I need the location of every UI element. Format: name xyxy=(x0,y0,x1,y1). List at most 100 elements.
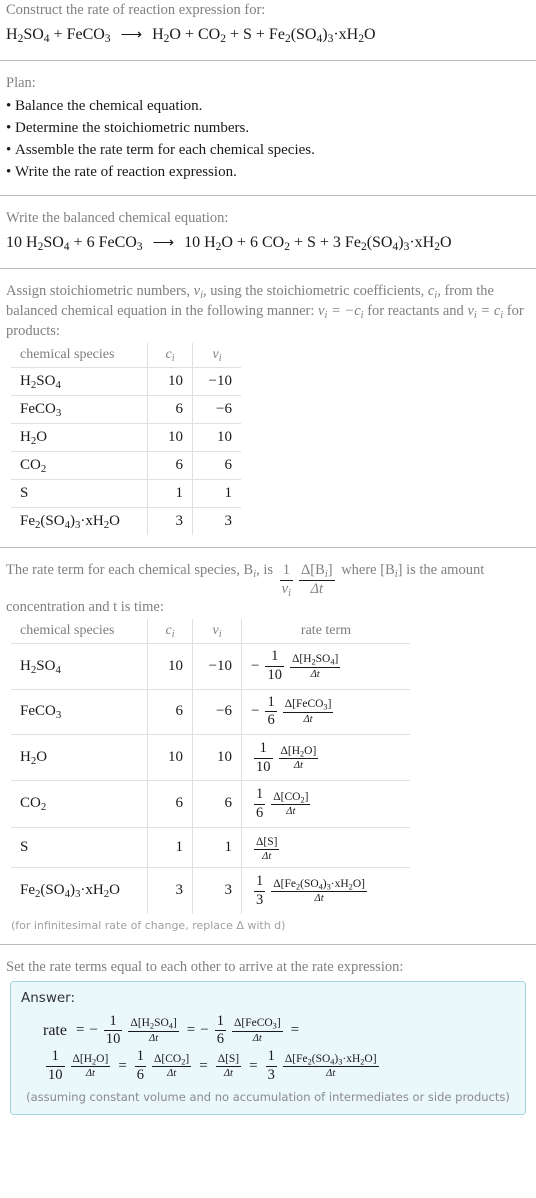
cell-species: Fe2(SO4)3·xH2O xyxy=(11,507,148,535)
fraction-denominator: Δt xyxy=(149,1032,159,1044)
divider xyxy=(0,943,536,945)
fraction-numerator: 1 xyxy=(256,786,264,803)
cell-species: H2SO4 xyxy=(11,367,148,396)
fraction-numerator: Δ[S] xyxy=(217,1052,240,1065)
fraction-numerator: Δ[CO2] xyxy=(154,1052,190,1067)
cell-species: H2SO4 xyxy=(11,643,148,690)
cell-ci: 6 xyxy=(147,451,193,480)
rate-term: 1 6 Δ[CO2] Δt xyxy=(251,787,313,821)
fraction-numerator: Δ[H2O] xyxy=(280,744,317,759)
fraction-denominator: Δt xyxy=(223,1068,233,1080)
fraction-bar xyxy=(282,1066,379,1068)
stoichiometry-table: chemical species ci νi H2SO4 10 −10 FeCO3 6−… xyxy=(11,343,241,535)
fraction-denominator: Δt xyxy=(293,760,303,772)
table-row: CO2 6 6 xyxy=(11,451,241,480)
cell-vi: −6 xyxy=(192,395,241,424)
rate-term-sign: − xyxy=(251,657,260,674)
table-row: FeCO3 6 −6−1 6 Δ[FeCO3] Δt xyxy=(11,688,410,735)
fraction-denominator: Δt xyxy=(262,850,272,862)
stoich-prompt-part: Assign stoichiometric numbers, xyxy=(6,283,194,299)
fraction-numerator: 1 xyxy=(256,873,264,890)
col-ci: ci xyxy=(147,619,193,645)
fraction-denominator: 10 xyxy=(105,1031,121,1048)
fraction-bar xyxy=(289,666,341,668)
generic-coef-num: 1 xyxy=(282,562,290,578)
col-vi: νi xyxy=(192,343,241,368)
fraction-denominator: Δt xyxy=(167,1068,177,1080)
cell-vi: 3 xyxy=(192,867,242,914)
fraction-denominator: 3 xyxy=(267,1066,275,1083)
rate-term: 1 6 Δ[CO2] Δt xyxy=(132,1047,194,1083)
divider xyxy=(0,547,536,548)
fraction-numerator: Δ[Fe2(SO4)3·xH2O] xyxy=(284,1052,377,1067)
cell-species: FeCO3 xyxy=(11,395,148,424)
table-row: S11 xyxy=(11,479,241,508)
col-ci: ci xyxy=(147,343,193,368)
rate-term: −1 10 Δ[H2SO4] Δt xyxy=(251,649,343,683)
fraction-denominator: Δt xyxy=(252,1032,262,1044)
fraction-numerator: Δ[S] xyxy=(256,835,278,848)
equals-sign: = xyxy=(199,1057,208,1074)
cell-vi: 10 xyxy=(192,733,242,782)
plan-label: Plan: xyxy=(6,75,36,91)
plan-item: Write the rate of reaction expression. xyxy=(6,161,530,183)
stoich-prompt-part: , using the stoichiometric coefficients, xyxy=(203,283,428,299)
balanced-equation: 10 H2SO4 + 6 FeCO3 ⟶ 10 H2O + 6 CO2 + S … xyxy=(6,230,530,256)
col-chemical-species: chemical species xyxy=(11,343,148,368)
table-row: FeCO3 6 −6 xyxy=(11,395,241,424)
answer-expression: rate = −1 10 Δ[H2SO4] Δt = −1 6 Δ[FeCO3] Δt = 1 10 Δ[… xyxy=(21,1012,515,1084)
reaction-arrow: ⟶ xyxy=(152,235,175,251)
table-row: H2SO4 10 −10 xyxy=(11,367,241,396)
rate-term: 1 10 Δ[H2O] Δt xyxy=(251,739,321,775)
fraction-denominator: Δt xyxy=(286,806,296,818)
reaction-arrow: ⟶ xyxy=(120,27,143,43)
stoich-prompt-part: for reactants and xyxy=(363,303,468,319)
fraction-numerator: 1 xyxy=(109,1012,117,1029)
generic-coef-den: νi xyxy=(281,580,291,599)
cell-rate-term: 1 3 Δ[Fe2(SO4)3·xH2O] Δt xyxy=(241,867,410,914)
equals-sign: = xyxy=(249,1057,258,1074)
fraction-numerator: 1 xyxy=(259,739,267,756)
fraction-numerator: 1 xyxy=(216,1012,224,1029)
cell-species: S xyxy=(11,826,148,869)
step-stoichiometric-numbers: Assign stoichiometric numbers, νi , using… xyxy=(0,281,536,535)
rate-term: −1 6 Δ[FeCO3] Δt xyxy=(200,1012,285,1048)
cell-ci: 6 xyxy=(147,688,193,735)
cell-vi: 1 xyxy=(192,826,242,869)
fraction-numerator: Δ[Fe2(SO4)3·xH2O] xyxy=(273,878,365,892)
rate-term-sign: − xyxy=(89,1022,98,1039)
rate-term: Δ[S] Δt xyxy=(213,1053,244,1080)
c-symbol: ci xyxy=(427,283,438,301)
table-row: Fe2(SO4)3·xH2O 3 3 xyxy=(11,507,241,535)
cell-rate-term: Δ[S] Δt xyxy=(241,826,410,869)
cell-rate-term: −1 6 Δ[FeCO3] Δt xyxy=(241,688,410,735)
equals-sign: = xyxy=(75,1022,85,1039)
rate-term-sign: − xyxy=(251,703,260,720)
question-prompt: Construct the rate of reaction expressio… xyxy=(6,2,266,18)
table-header-row: chemical species ci νi xyxy=(11,343,241,368)
plan-item: Determine the stoichiometric numbers. xyxy=(6,117,530,139)
fraction-numerator: 1 xyxy=(136,1047,145,1064)
balanced-products: 10 H2O + 6 CO2 + S + 3 Fe2(SO4)3·xH2O xyxy=(184,234,452,254)
cell-ci: 10 xyxy=(147,367,193,396)
stoichiometry-table-body: H2SO4 10 −10 FeCO3 6 −6 H2O 10 10 CO2 6 6 S 1 1 Fe2(SO4… xyxy=(11,367,241,535)
table-row: H2SO4 10 −10−1 10 Δ[H2SO4] Δt xyxy=(11,643,410,690)
cell-species: CO2 xyxy=(11,780,148,828)
fraction-denominator: Δt xyxy=(326,1068,336,1080)
cell-ci: 6 xyxy=(147,395,193,424)
table-header-row: chemical species ci νi rate term xyxy=(11,619,410,645)
divider xyxy=(0,195,536,196)
fraction-bar xyxy=(231,1030,283,1032)
fraction-numerator: Δ[H2SO4] xyxy=(291,653,339,667)
fraction-denominator: 3 xyxy=(256,891,264,908)
cell-species: Fe2(SO4)3·xH2O xyxy=(11,867,148,914)
rate-term: −1 6 Δ[FeCO3] Δt xyxy=(251,694,336,729)
fraction-bar xyxy=(215,1066,242,1068)
table-row: H2O 10 10 1 10 Δ[H2O] Δt xyxy=(11,733,410,782)
cell-vi: 6 xyxy=(192,451,241,480)
col-chemical-species: chemical species xyxy=(11,619,148,645)
unbalanced-products: H2O + CO2 + S + Fe2(SO4)3·xH2O xyxy=(152,26,376,46)
unbalanced-equation: H2SO4 + FeCO3 ⟶ H2O + CO2 + S + Fe2(SO4)… xyxy=(6,22,530,48)
generic-delta-num: Δ[Bi] xyxy=(300,562,333,580)
cell-ci: 10 xyxy=(147,423,193,452)
